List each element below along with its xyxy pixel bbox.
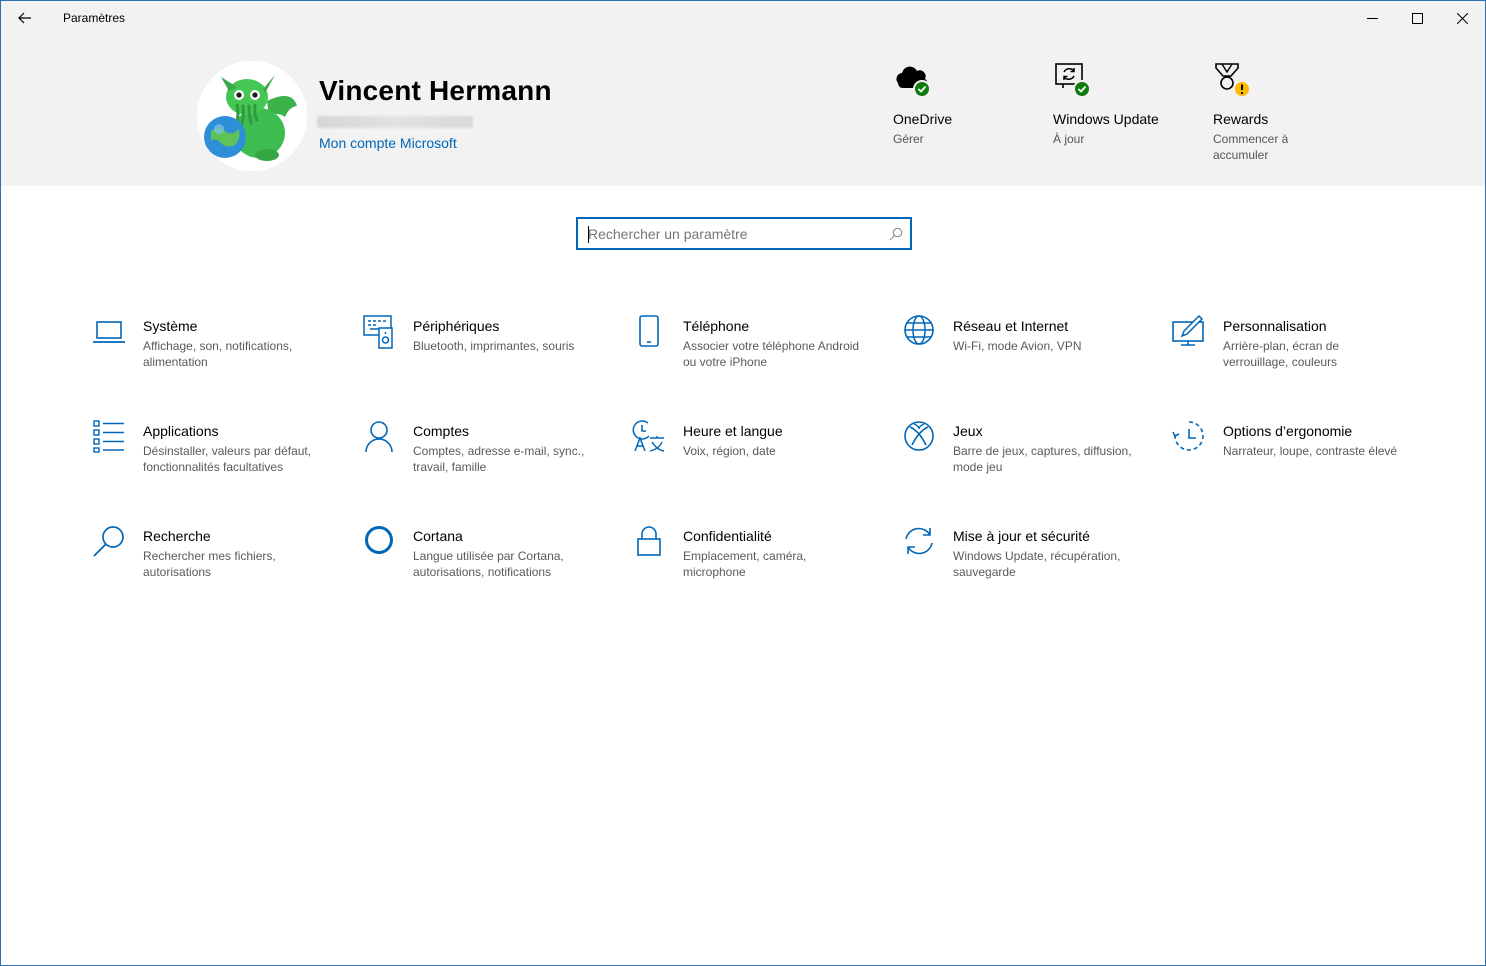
window-title: Paramètres bbox=[63, 11, 126, 25]
avatar-dragon-image bbox=[197, 61, 307, 171]
back-arrow-icon bbox=[18, 12, 31, 24]
ease-of-access-icon bbox=[1172, 421, 1204, 451]
category-description: Rechercher mes fichiers, autorisations bbox=[143, 549, 276, 579]
category-description: Narrateur, loupe, contraste élevé bbox=[1223, 444, 1398, 458]
category-title: Options d’ergonomie bbox=[1223, 423, 1353, 439]
category-heure-langue[interactable]: Heure et langue Voix, région, date bbox=[632, 420, 882, 492]
avatar[interactable] bbox=[197, 61, 307, 171]
category-title: Comptes bbox=[413, 423, 470, 439]
category-description: Voix, région, date bbox=[683, 444, 776, 458]
category-recherche[interactable]: Recherche Rechercher mes fichiers, autor… bbox=[92, 525, 342, 597]
category-description: Bluetooth, imprimantes, souris bbox=[413, 339, 575, 353]
lock-icon bbox=[637, 526, 661, 556]
category-title: Jeux bbox=[953, 423, 983, 439]
category-options-ergonomie[interactable]: Options d’ergonomie Narrateur, loupe, co… bbox=[1172, 420, 1422, 492]
email-redacted bbox=[317, 116, 473, 128]
category-description: Arrière-plan, écran de verrouillage, cou… bbox=[1223, 339, 1340, 369]
category-description: Langue utilisée par Cortana, autorisatio… bbox=[413, 549, 564, 579]
category-title: Réseau et Internet bbox=[953, 318, 1069, 334]
category-peripheriques[interactable]: Périphériques Bluetooth, imprimantes, so… bbox=[362, 315, 612, 387]
user-name: Vincent Hermann bbox=[319, 75, 552, 106]
category-systeme[interactable]: Système Affichage, son, notifications, a… bbox=[92, 315, 342, 387]
quick-action-subtitle: À jour bbox=[1053, 132, 1085, 146]
category-applications[interactable]: Applications Désinstaller, valeurs par d… bbox=[92, 420, 342, 492]
category-title: Confidentialité bbox=[683, 528, 772, 544]
rewards-quick-action[interactable]: Rewards Commencer à accumuler bbox=[1213, 61, 1363, 163]
category-title: Cortana bbox=[413, 528, 463, 544]
rewards-icon bbox=[1213, 61, 1253, 101]
category-title: Personnalisation bbox=[1223, 318, 1327, 334]
maximize-icon bbox=[1411, 12, 1423, 24]
phone-icon bbox=[639, 315, 659, 347]
apps-list-icon bbox=[93, 420, 124, 453]
category-title: Mise à jour et sécurité bbox=[953, 528, 1090, 544]
minimize-icon bbox=[1366, 17, 1378, 19]
quick-action-title: Rewards bbox=[1213, 111, 1269, 127]
maximize-button[interactable] bbox=[1394, 1, 1440, 35]
title-bar: Paramètres bbox=[1, 1, 1485, 35]
person-icon bbox=[365, 421, 393, 453]
category-comptes[interactable]: Comptes Comptes, adresse e-mail, sync., … bbox=[362, 420, 612, 492]
search-icon bbox=[93, 526, 124, 557]
laptop-icon bbox=[93, 321, 125, 343]
search-icon bbox=[889, 227, 903, 241]
onedrive-icon bbox=[893, 61, 933, 101]
category-description: Associer votre téléphone Android ou votr… bbox=[683, 339, 860, 369]
quick-action-title: Windows Update bbox=[1053, 111, 1159, 127]
category-telephone[interactable]: Téléphone Associer votre téléphone Andro… bbox=[632, 315, 882, 387]
category-description: Désinstaller, valeurs par défaut, foncti… bbox=[143, 444, 312, 474]
globe-icon bbox=[904, 315, 934, 345]
quick-action-subtitle: Gérer bbox=[893, 132, 924, 146]
category-title: Recherche bbox=[143, 528, 211, 544]
account-header: Vincent Hermann Mon compte Microsoft One… bbox=[1, 35, 1485, 186]
category-title: Applications bbox=[143, 423, 219, 439]
category-mise-a-jour-securite[interactable]: Mise à jour et sécurité Windows Update, … bbox=[902, 525, 1152, 597]
category-description: Emplacement, caméra, microphone bbox=[683, 549, 807, 579]
category-title: Système bbox=[143, 318, 198, 334]
quick-action-title: OneDrive bbox=[893, 111, 953, 127]
onedrive-quick-action[interactable]: OneDrive Gérer bbox=[893, 61, 1043, 147]
minimize-button[interactable] bbox=[1349, 1, 1395, 35]
search-input[interactable] bbox=[588, 225, 878, 243]
category-confidentialite[interactable]: Confidentialité Emplacement, caméra, mic… bbox=[632, 525, 882, 597]
settings-window: Paramètres Vincent Hermann Mon compte Mi… bbox=[0, 0, 1486, 966]
category-cortana[interactable]: Cortana Langue utilisée par Cortana, aut… bbox=[362, 525, 612, 597]
microsoft-account-link[interactable]: Mon compte Microsoft bbox=[319, 135, 457, 151]
category-title: Heure et langue bbox=[683, 423, 783, 439]
update-sync-icon bbox=[905, 527, 933, 555]
settings-search-box[interactable] bbox=[576, 217, 912, 250]
personalization-icon bbox=[1172, 315, 1204, 346]
devices-icon bbox=[363, 315, 393, 349]
xbox-icon bbox=[904, 421, 934, 451]
category-description: Wi-Fi, mode Avion, VPN bbox=[953, 339, 1082, 353]
category-personnalisation[interactable]: Personnalisation Arrière-plan, écran de … bbox=[1172, 315, 1422, 387]
category-jeux[interactable]: Jeux Barre de jeux, captures, diffusion,… bbox=[902, 420, 1152, 492]
category-title: Téléphone bbox=[683, 318, 750, 334]
time-language-icon bbox=[632, 420, 665, 452]
quick-action-subtitle: Commencer à accumuler bbox=[1213, 132, 1289, 162]
back-button[interactable] bbox=[9, 3, 41, 33]
windows-update-quick-action[interactable]: Windows Update À jour bbox=[1053, 61, 1203, 147]
category-reseau-internet[interactable]: Réseau et Internet Wi-Fi, mode Avion, VP… bbox=[902, 315, 1152, 387]
category-title: Périphériques bbox=[413, 318, 500, 334]
close-button[interactable] bbox=[1439, 1, 1485, 35]
category-description: Affichage, son, notifications, alimentat… bbox=[143, 339, 293, 369]
cortana-icon bbox=[365, 526, 393, 554]
close-icon bbox=[1456, 12, 1468, 24]
category-description: Comptes, adresse e-mail, sync., travail,… bbox=[413, 444, 585, 474]
windows-update-icon bbox=[1053, 61, 1093, 101]
category-description: Windows Update, récupération, sauvegarde bbox=[953, 549, 1121, 579]
category-description: Barre de jeux, captures, diffusion, mode… bbox=[953, 444, 1132, 474]
